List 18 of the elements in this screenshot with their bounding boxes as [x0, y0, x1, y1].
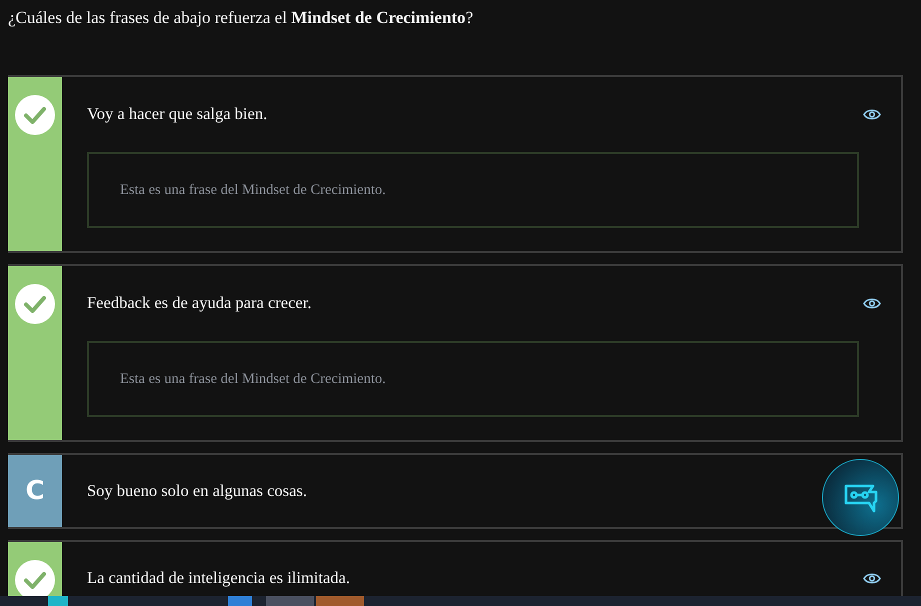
eye-icon[interactable]	[863, 572, 881, 584]
eye-icon[interactable]	[863, 296, 881, 310]
eye-icon[interactable]	[863, 108, 881, 120]
answer-card[interactable]: Voy a hacer que salga bien. Esta es una frase del Mindset de Crecimiento.	[8, 75, 903, 253]
option-text: Soy bueno solo en algunas cosas.	[87, 480, 307, 502]
option-text: Feedback es de ayuda para crecer.	[87, 292, 312, 314]
check-icon	[15, 560, 55, 596]
answer-card[interactable]: C Soy bueno solo en algunas cosas.	[8, 453, 903, 529]
check-icon	[15, 284, 55, 324]
option-text: Voy a hacer que salga bien.	[87, 103, 268, 125]
option-text: La cantidad de inteligencia es ilimitada.	[87, 567, 350, 589]
check-icon	[15, 95, 55, 135]
answer-card[interactable]: Feedback es de ayuda para crecer. Esta es una frase del Mindset de Crecimiento.	[8, 264, 903, 442]
question-text: ¿Cuáles de las frases de abajo refuerza el Mindset de Crecimiento?	[8, 7, 474, 29]
feedback-text: Esta es una frase del Mindset de Crecimiento.	[120, 182, 386, 198]
feedback-text: Esta es una frase del Mindset de Crecimiento.	[120, 370, 386, 388]
option-letter: C	[25, 476, 45, 506]
answer-card[interactable]: La cantidad de inteligencia es ilimitada.	[8, 540, 903, 596]
